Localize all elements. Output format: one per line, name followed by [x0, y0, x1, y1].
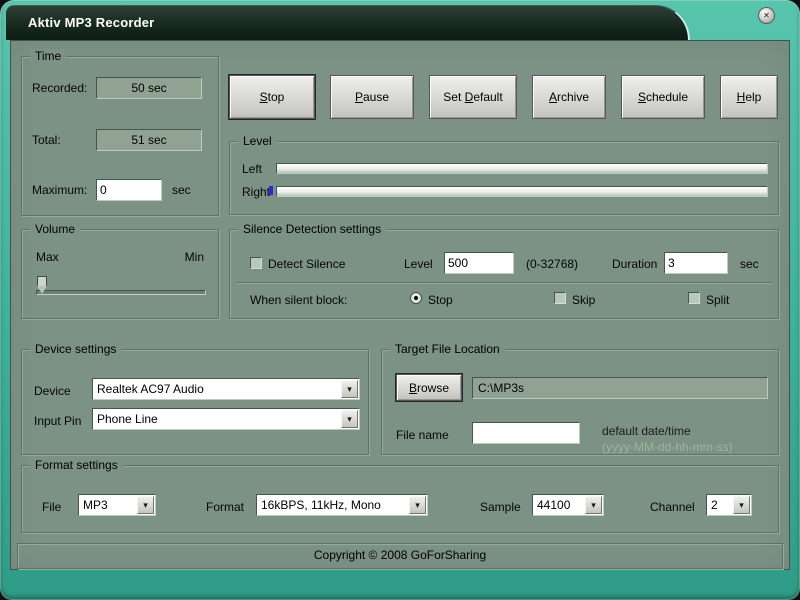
main-panel: Time Recorded: 50 sec Total: 51 sec Maxi…: [10, 40, 790, 570]
maximum-input[interactable]: [96, 179, 162, 201]
file-type-select[interactable]: MP3 ▾: [78, 494, 156, 516]
maximum-unit-label: sec: [172, 183, 191, 197]
channel-select[interactable]: 2 ▾: [706, 494, 752, 516]
file-type-select-value: MP3: [83, 498, 135, 512]
right-channel-label: Right: [242, 185, 270, 199]
file-type-label: File: [42, 500, 61, 514]
target-file-legend: Target File Location: [390, 342, 505, 356]
datetime-format-hint: (yyyy-MM-dd-hh-mm-ss): [602, 440, 733, 454]
input-pin-select-value: Phone Line: [97, 412, 339, 426]
volume-legend: Volume: [30, 222, 80, 236]
file-name-input[interactable]: [472, 422, 580, 444]
device-label: Device: [34, 384, 71, 398]
input-pin-select[interactable]: Phone Line ▾: [92, 408, 360, 430]
total-label: Total:: [32, 133, 61, 147]
format-settings-group: Format settings File MP3 ▾ Format 16kBPS…: [21, 465, 779, 533]
close-button[interactable]: ✕: [758, 7, 775, 24]
format-settings-legend: Format settings: [30, 458, 123, 472]
left-channel-label: Left: [242, 162, 262, 176]
silence-detection-group: Silence Detection settings Detect Silenc…: [229, 229, 779, 319]
time-group: Time Recorded: 50 sec Total: 51 sec Maxi…: [21, 56, 219, 216]
format-select-value: 16kBPS, 11kHz, Mono: [261, 498, 407, 512]
close-icon: ✕: [763, 11, 770, 20]
schedule-button[interactable]: Schedule: [621, 75, 705, 119]
target-path-field[interactable]: C:\MP3s: [472, 377, 768, 399]
volume-max-label: Max: [36, 250, 59, 264]
app-window: Aktiv MP3 Recorder ✕ Time Recorded: 50 s…: [0, 0, 800, 600]
default-datetime-hint: default date/time: [602, 424, 691, 438]
silence-level-label: Level: [404, 257, 433, 271]
recorded-label: Recorded:: [32, 81, 87, 95]
volume-slider-thumb[interactable]: [36, 276, 48, 294]
chevron-down-icon[interactable]: ▾: [409, 496, 426, 514]
copyright-bar: Copyright © 2008 GoForSharing: [17, 543, 783, 569]
channel-label: Channel: [650, 500, 695, 514]
when-silent-label: When silent block:: [250, 293, 347, 307]
pause-button[interactable]: Pause: [330, 75, 414, 119]
split-option-label: Split: [706, 293, 729, 307]
set-default-button[interactable]: Set Default: [429, 75, 517, 119]
sample-rate-label: Sample: [480, 500, 521, 514]
stop-radio[interactable]: [410, 292, 422, 304]
detect-silence-label: Detect Silence: [268, 257, 345, 271]
device-select-value: Realtek AC97 Audio: [97, 382, 339, 396]
split-checkbox[interactable]: [688, 292, 700, 304]
target-file-group: Target File Location Browse C:\MP3s File…: [381, 349, 779, 455]
duration-label: Duration: [612, 257, 657, 271]
help-button[interactable]: Help: [720, 75, 778, 119]
chevron-down-icon[interactable]: ▾: [137, 496, 154, 514]
volume-group: Volume Max Min: [21, 229, 219, 319]
right-level-meter: [276, 186, 768, 197]
app-title: Aktiv MP3 Recorder: [28, 6, 154, 40]
titlebar: Aktiv MP3 Recorder: [6, 5, 690, 40]
format-select[interactable]: 16kBPS, 11kHz, Mono ▾: [256, 494, 428, 516]
time-legend: Time: [30, 49, 66, 63]
format-label: Format: [206, 500, 244, 514]
detect-silence-checkbox[interactable]: [250, 257, 262, 269]
stop-button[interactable]: Stop: [229, 75, 315, 119]
chevron-down-icon[interactable]: ▾: [585, 496, 602, 514]
device-select[interactable]: Realtek AC97 Audio ▾: [92, 378, 360, 400]
archive-button[interactable]: Archive: [532, 75, 606, 119]
level-legend: Level: [238, 134, 277, 148]
stop-option-label: Stop: [428, 293, 453, 307]
device-settings-group: Device settings Device Realtek AC97 Audi…: [21, 349, 369, 455]
duration-input[interactable]: [664, 252, 728, 274]
total-value-field: 51 sec: [96, 129, 202, 151]
file-name-label: File name: [396, 428, 449, 442]
level-group: Level Left Right: [229, 141, 779, 215]
silence-level-input[interactable]: [444, 252, 514, 274]
silence-separator: [236, 282, 772, 284]
sample-rate-select[interactable]: 44100 ▾: [532, 494, 604, 516]
skip-option-label: Skip: [572, 293, 595, 307]
chevron-down-icon[interactable]: ▾: [341, 410, 358, 428]
recorded-value-field: 50 sec: [96, 77, 202, 99]
chevron-down-icon[interactable]: ▾: [341, 380, 358, 398]
silence-legend: Silence Detection settings: [238, 222, 386, 236]
volume-slider-track[interactable]: [36, 290, 206, 295]
device-settings-legend: Device settings: [30, 342, 121, 356]
toolbar: Stop Pause Set Default Archive Schedule …: [229, 75, 781, 119]
channel-select-value: 2: [711, 498, 731, 512]
silence-level-range-label: (0-32768): [526, 257, 578, 271]
volume-min-label: Min: [185, 250, 204, 264]
sample-rate-select-value: 44100: [537, 498, 583, 512]
browse-button[interactable]: Browse: [396, 374, 462, 401]
copyright-text: Copyright © 2008 GoForSharing: [314, 548, 486, 562]
right-level-marker: [269, 186, 273, 195]
skip-checkbox[interactable]: [554, 292, 566, 304]
input-pin-label: Input Pin: [34, 414, 81, 428]
chevron-down-icon[interactable]: ▾: [733, 496, 750, 514]
left-level-meter: [276, 163, 768, 174]
maximum-label: Maximum:: [32, 183, 87, 197]
duration-unit-label: sec: [740, 257, 759, 271]
